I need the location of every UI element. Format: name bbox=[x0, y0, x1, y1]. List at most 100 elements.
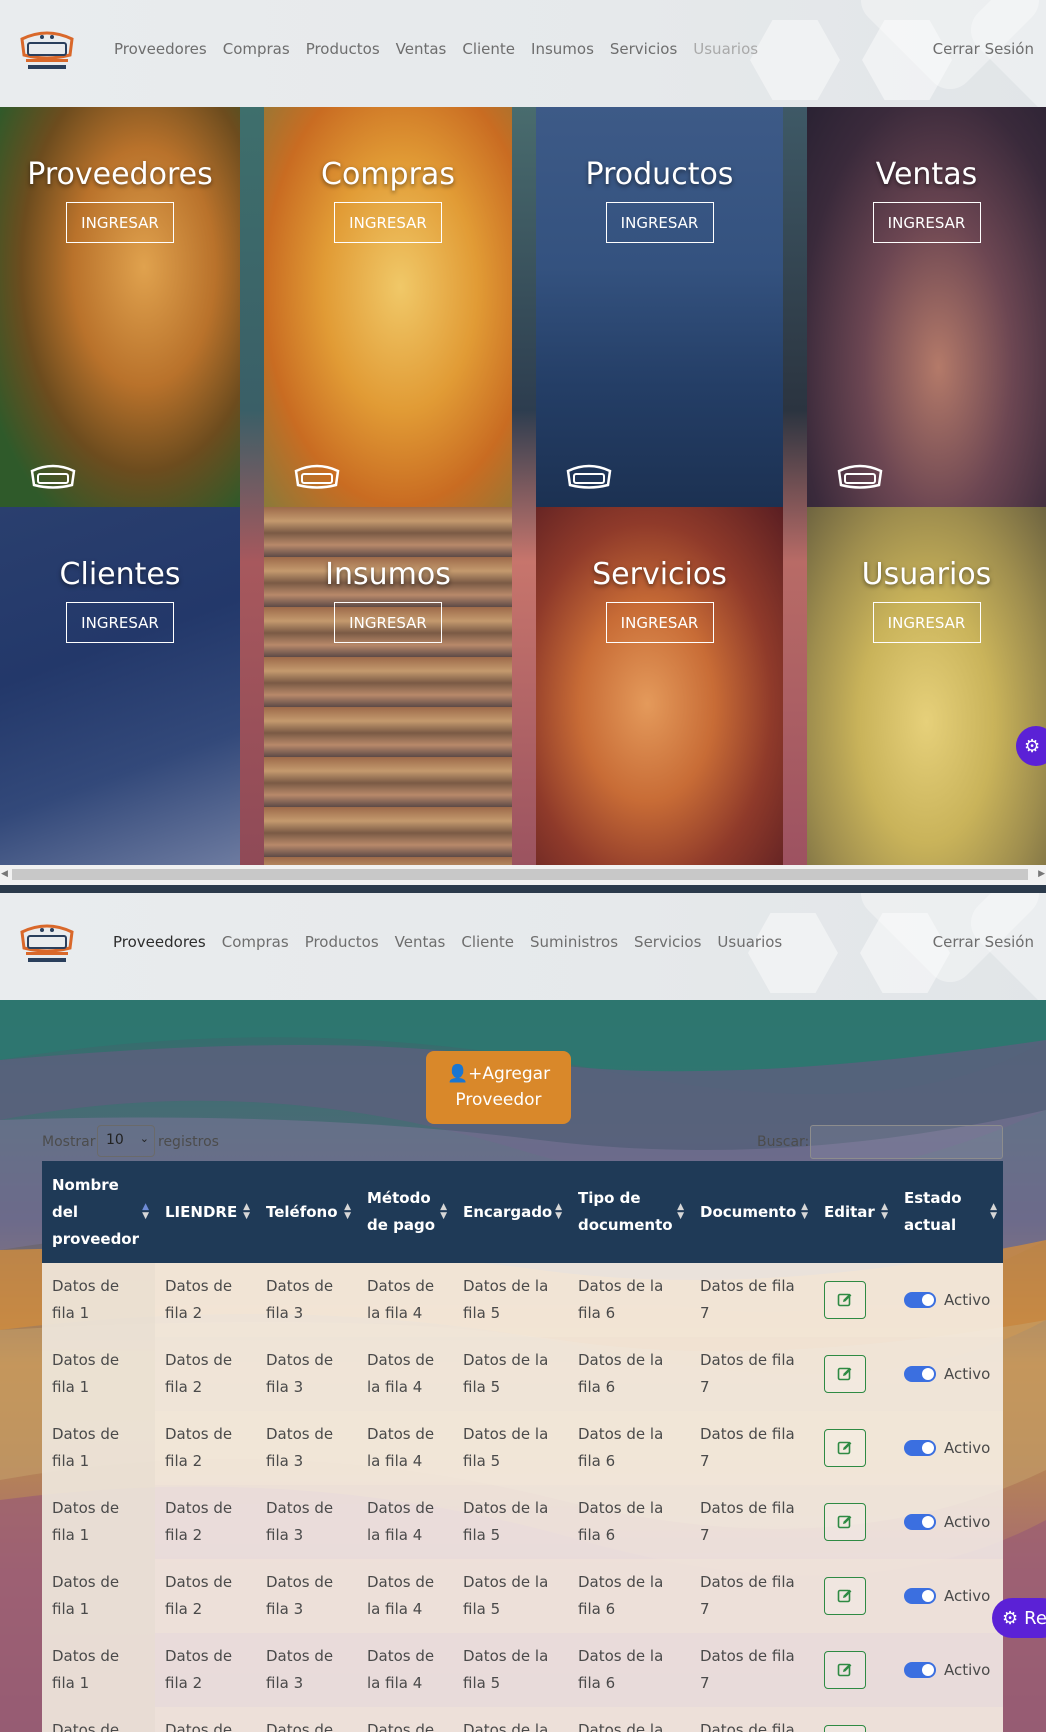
nav-link-ventas[interactable]: Ventas bbox=[396, 40, 447, 58]
sort-icon[interactable]: ▲ ▼ bbox=[344, 1203, 351, 1221]
tile-insumos[interactable]: Insumos INGRESAR bbox=[264, 507, 512, 865]
nav-links: Proveedores Compras Productos Ventas Cli… bbox=[114, 40, 774, 58]
edit-button[interactable] bbox=[824, 1651, 866, 1689]
table-cell: Datos de la fila 6 bbox=[568, 1411, 690, 1485]
nav-link-productos[interactable]: Productos bbox=[305, 933, 379, 951]
column-header[interactable]: Teléfono ▲ ▼ bbox=[256, 1161, 357, 1263]
table-cell: Datos de fila 3 bbox=[256, 1411, 357, 1485]
nav-link-usuarios[interactable]: Usuarios bbox=[693, 40, 758, 58]
nav-link-servicios[interactable]: Servicios bbox=[634, 933, 701, 951]
column-header[interactable]: Encargado ▲ ▼ bbox=[453, 1161, 568, 1263]
edit-button[interactable] bbox=[824, 1503, 866, 1541]
status-toggle[interactable] bbox=[904, 1662, 936, 1678]
page-size-select[interactable]: 10 ⌄ bbox=[97, 1125, 155, 1157]
tile-gap bbox=[240, 107, 264, 865]
tile-ventas[interactable]: Ventas INGRESAR bbox=[807, 107, 1046, 507]
nav-link-cliente[interactable]: Cliente bbox=[461, 933, 514, 951]
nav-link-proveedores[interactable]: Proveedores bbox=[114, 40, 207, 58]
column-header[interactable]: Documento ▲ ▼ bbox=[690, 1161, 814, 1263]
search-input[interactable] bbox=[810, 1125, 1003, 1159]
ingresar-button[interactable]: INGRESAR bbox=[334, 202, 442, 243]
nav-link-usuarios[interactable]: Usuarios bbox=[717, 933, 782, 951]
tile-title: Servicios bbox=[592, 557, 727, 592]
user-plus-icon: 👤+ bbox=[446, 1064, 483, 1084]
tile-title: Proveedores bbox=[27, 157, 213, 192]
logo-icon bbox=[30, 464, 76, 489]
nav-link-suministros[interactable]: Suministros bbox=[530, 933, 618, 951]
edit-button[interactable] bbox=[824, 1281, 866, 1319]
table-cell: Datos de fila 7 bbox=[690, 1707, 814, 1732]
ingresar-button[interactable]: INGRESAR bbox=[66, 602, 174, 643]
settings-fab[interactable]: ⚙ Re bbox=[992, 1598, 1046, 1638]
tile-servicios[interactable]: Servicios INGRESAR bbox=[536, 507, 783, 865]
logout-link[interactable]: Cerrar Sesión bbox=[933, 933, 1034, 951]
edit-button[interactable] bbox=[824, 1355, 866, 1393]
column-header[interactable]: Editar ▲ ▼ bbox=[814, 1161, 894, 1263]
sort-icon[interactable]: ▲ ▼ bbox=[801, 1203, 808, 1221]
table-cell: Datos de fila 1 bbox=[42, 1633, 155, 1707]
scroll-right-icon[interactable]: ▶ bbox=[1038, 869, 1045, 879]
sort-icon[interactable]: ▲ ▼ bbox=[243, 1203, 250, 1221]
column-header[interactable]: Nombre del proveedor ▲ ▼ bbox=[42, 1161, 155, 1263]
table-cell bbox=[814, 1559, 894, 1633]
edit-button[interactable] bbox=[824, 1577, 866, 1615]
status-toggle[interactable] bbox=[904, 1440, 936, 1456]
nav-link-proveedores[interactable]: Proveedores bbox=[113, 933, 206, 951]
edit-button[interactable] bbox=[824, 1725, 866, 1732]
tile-compras[interactable]: Compras INGRESAR bbox=[264, 107, 512, 507]
ingresar-button[interactable]: INGRESAR bbox=[605, 202, 714, 243]
column-header[interactable]: Estado actual ▲ ▼ bbox=[894, 1161, 1003, 1263]
table-cell: Datos de fila 3 bbox=[256, 1485, 357, 1559]
logout-link[interactable]: Cerrar Sesión bbox=[933, 40, 1034, 58]
ingresar-button[interactable]: INGRESAR bbox=[872, 202, 981, 243]
ingresar-button[interactable]: INGRESAR bbox=[66, 202, 174, 243]
sort-icon[interactable]: ▲ ▼ bbox=[142, 1203, 149, 1221]
add-button-label-2: Proveedor bbox=[455, 1090, 542, 1110]
scroll-left-icon[interactable]: ◀ bbox=[1, 869, 8, 879]
nav-link-cliente[interactable]: Cliente bbox=[462, 40, 515, 58]
nav-link-insumos[interactable]: Insumos bbox=[531, 40, 594, 58]
sort-icon[interactable]: ▲ ▼ bbox=[677, 1203, 684, 1221]
table-row: Datos de fila 1Datos de fila 2Datos de f… bbox=[42, 1485, 1003, 1559]
column-header[interactable]: LIENDRE ▲ ▼ bbox=[155, 1161, 256, 1263]
table-cell: Datos de fila 3 bbox=[256, 1337, 357, 1411]
status-toggle[interactable] bbox=[904, 1588, 936, 1604]
horizontal-scrollbar[interactable]: ◀ ▶ bbox=[0, 865, 1046, 885]
table-cell: Datos de la fila 4 bbox=[357, 1485, 453, 1559]
column-header[interactable]: Método de pago ▲ ▼ bbox=[357, 1161, 453, 1263]
add-provider-button[interactable]: 👤+Agregar Proveedor bbox=[426, 1051, 571, 1124]
table-cell: Datos de la fila 6 bbox=[568, 1559, 690, 1633]
tile-productos[interactable]: Productos INGRESAR bbox=[536, 107, 783, 507]
ingresar-button[interactable]: INGRESAR bbox=[872, 602, 981, 643]
sort-icon[interactable]: ▲ ▼ bbox=[990, 1203, 997, 1221]
table-cell bbox=[814, 1485, 894, 1559]
edit-button[interactable] bbox=[824, 1429, 866, 1467]
table-cell: Datos de la fila 5 bbox=[453, 1707, 568, 1732]
status-toggle[interactable] bbox=[904, 1514, 936, 1530]
ingresar-button[interactable]: INGRESAR bbox=[605, 602, 714, 643]
sort-icon[interactable]: ▲ ▼ bbox=[555, 1203, 562, 1221]
ingresar-button[interactable]: INGRESAR bbox=[334, 602, 442, 643]
sort-icon[interactable]: ▲ ▼ bbox=[440, 1203, 447, 1221]
column-header[interactable]: Tipo de documento ▲ ▼ bbox=[568, 1161, 690, 1263]
nav-link-compras[interactable]: Compras bbox=[223, 40, 290, 58]
nav-link-compras[interactable]: Compras bbox=[222, 933, 289, 951]
providers-table: Nombre del proveedor ▲ ▼ LIENDRE ▲ ▼ Teléfon… bbox=[42, 1161, 1003, 1732]
table-cell bbox=[814, 1337, 894, 1411]
table-cell: Datos de fila 2 bbox=[155, 1485, 256, 1559]
status-toggle[interactable] bbox=[904, 1366, 936, 1382]
nav-link-servicios[interactable]: Servicios bbox=[610, 40, 677, 58]
table-cell: Datos de fila 7 bbox=[690, 1633, 814, 1707]
tile-usuarios[interactable]: Usuarios INGRESAR bbox=[807, 507, 1046, 865]
logo-icon[interactable] bbox=[14, 25, 80, 77]
nav-link-ventas[interactable]: Ventas bbox=[395, 933, 446, 951]
table-cell: Datos de fila 1 bbox=[42, 1485, 155, 1559]
nav-link-productos[interactable]: Productos bbox=[306, 40, 380, 58]
status-toggle[interactable] bbox=[904, 1292, 936, 1308]
sort-icon[interactable]: ▲ ▼ bbox=[881, 1203, 888, 1221]
table-cell: Datos de fila 1 bbox=[42, 1337, 155, 1411]
tile-clientes[interactable]: Clientes INGRESAR bbox=[0, 507, 240, 865]
tile-proveedores[interactable]: Proveedores INGRESAR bbox=[0, 107, 240, 507]
scrollbar-thumb[interactable] bbox=[12, 869, 1028, 880]
logo-icon[interactable] bbox=[14, 918, 80, 970]
